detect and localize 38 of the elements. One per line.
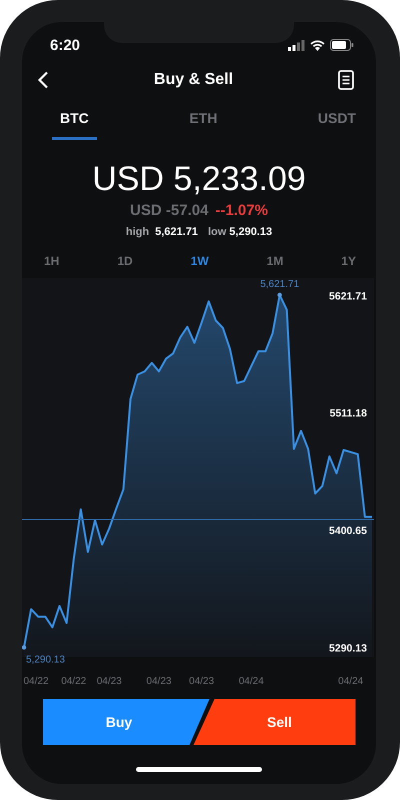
document-icon[interactable] <box>338 70 354 90</box>
back-icon[interactable] <box>37 71 49 89</box>
period-tab[interactable]: 1W <box>182 250 217 272</box>
axis-label: 04/24 <box>238 676 264 687</box>
axis-label: 5290.13 <box>329 642 367 654</box>
low-label: low <box>208 226 226 238</box>
axis-label: 5400.65 <box>329 524 367 537</box>
period-tab[interactable]: 1D <box>109 250 141 272</box>
axis-label: 04/24 <box>338 676 364 687</box>
screen-title: Buy & Sell <box>154 71 234 89</box>
point-marker <box>22 645 26 650</box>
period-tab[interactable]: 1H <box>36 250 68 272</box>
currency-tab[interactable]: ETH <box>181 102 226 140</box>
percent-change: --1.07% <box>215 202 268 219</box>
high-label: high <box>126 226 150 238</box>
axis-label: 04/22 <box>23 676 49 687</box>
axis-label: 04/23 <box>96 676 122 687</box>
axis-label: 04/23 <box>189 676 214 687</box>
buy-button[interactable]: Buy <box>42 699 210 745</box>
axis-label: 5621.71 <box>329 290 367 302</box>
point-marker <box>277 292 282 298</box>
point-label: 5,621.71 <box>260 278 300 290</box>
price: USD 5,233.09 <box>92 159 306 199</box>
high-value: 5,621.71 <box>155 226 198 238</box>
price-change: USD -57.04 <box>130 202 208 219</box>
axis-label: 04/23 <box>146 676 172 687</box>
axis-label: 04/22 <box>61 676 86 687</box>
axis-label: 5511.18 <box>330 408 367 420</box>
signal-icon <box>288 40 305 50</box>
low-value: 5,290.13 <box>229 226 272 238</box>
currency-tab[interactable]: USDT <box>310 102 364 140</box>
period-tab[interactable]: 1Y <box>333 250 364 272</box>
point-label: 5,290.13 <box>26 654 65 666</box>
battery-icon <box>330 39 354 51</box>
wifi-icon <box>310 40 325 50</box>
status-time: 6:20 <box>50 36 80 54</box>
period-tab[interactable]: 1M <box>258 250 292 272</box>
currency-tab[interactable]: BTC <box>52 102 97 140</box>
